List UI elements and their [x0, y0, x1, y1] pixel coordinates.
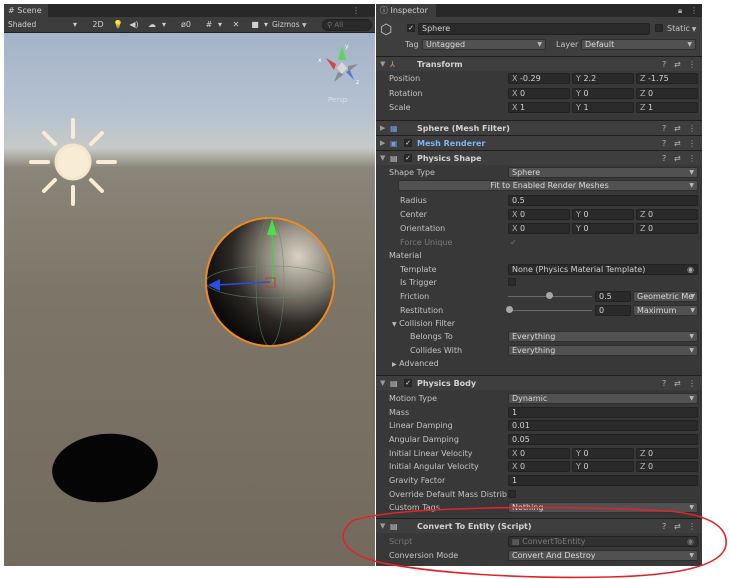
- annotation-ellipse: [342, 506, 727, 579]
